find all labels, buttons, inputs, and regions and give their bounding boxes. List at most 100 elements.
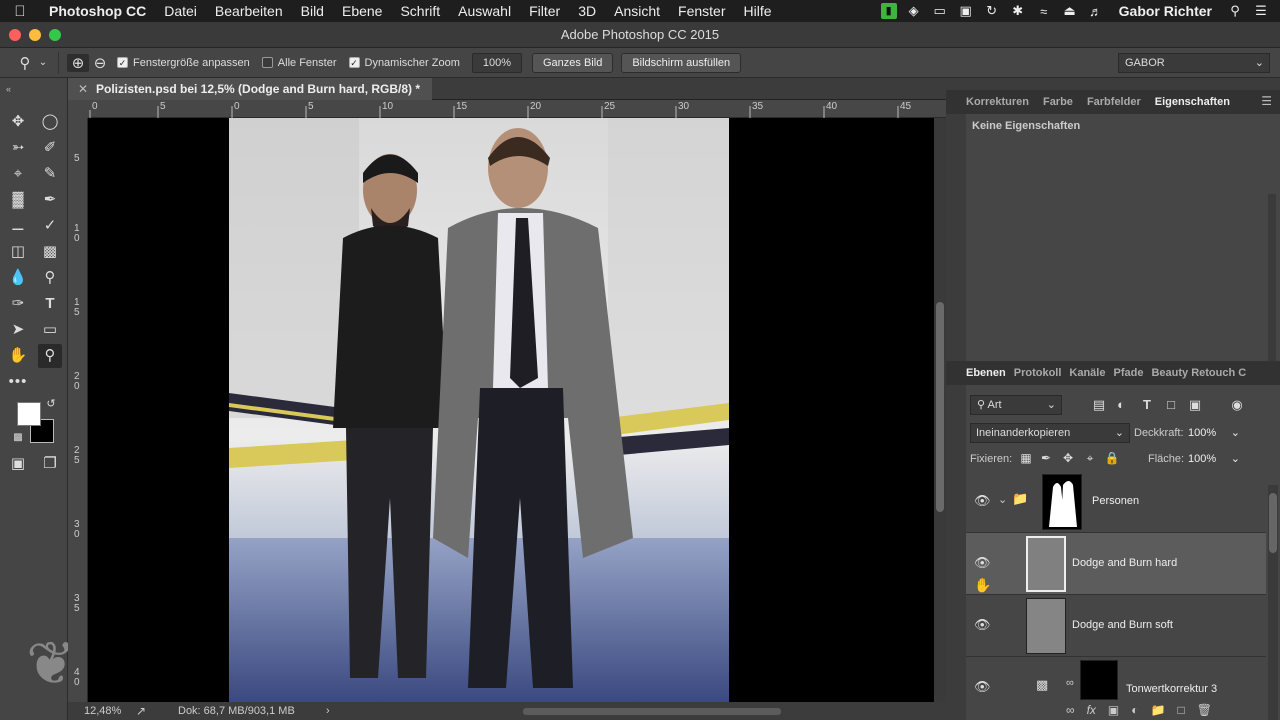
close-window-button[interactable] xyxy=(9,29,21,41)
history-brush-icon[interactable]: ✓ xyxy=(38,214,62,238)
eyedropper-icon[interactable]: ✎ xyxy=(38,162,62,186)
panel-collapse-icon[interactable]: « xyxy=(6,84,11,94)
time-machine-icon[interactable]: ↻ xyxy=(983,3,1001,19)
menu-hilfe[interactable]: Hilfe xyxy=(735,0,781,22)
more-tools-icon[interactable]: ••• xyxy=(6,370,30,394)
layer-filter-select[interactable]: ⚲ Art ⌄ xyxy=(970,395,1062,415)
gradient-tool-icon[interactable]: ▩ xyxy=(38,240,62,264)
status-zoom[interactable]: 12,48% xyxy=(84,702,121,720)
zoom-in-icon[interactable]: ⊕ xyxy=(67,53,89,72)
tab-farbe[interactable]: Farbe xyxy=(1043,96,1073,108)
filter-pixel-icon[interactable]: ▤ xyxy=(1090,397,1108,413)
blend-mode-select[interactable]: Ineinanderkopieren ⌄ xyxy=(970,423,1130,443)
resize-windows-checkbox[interactable]: ✓ Fenstergröße anpassen xyxy=(117,57,250,69)
layers-scrollbar[interactable] xyxy=(1268,485,1278,720)
zoom-out-icon[interactable]: ⊖ xyxy=(89,54,111,72)
layer-mask-thumbnail[interactable] xyxy=(1042,474,1082,530)
status-menu-chevron-icon[interactable]: › xyxy=(326,702,330,720)
foreground-color-swatch[interactable] xyxy=(17,402,41,426)
scrollbar-thumb[interactable] xyxy=(936,302,944,512)
close-icon[interactable]: ✕ xyxy=(78,78,88,100)
lasso-tool-icon[interactable]: ➳ xyxy=(6,136,30,160)
menu-app[interactable]: Photoshop CC xyxy=(40,0,155,22)
layer-name[interactable]: Dodge and Burn soft xyxy=(1072,619,1173,631)
elliptical-marquee-icon[interactable]: ◯ xyxy=(38,110,62,134)
lock-all-icon[interactable]: 🔒 xyxy=(1104,451,1120,465)
filter-shape-icon[interactable]: □ xyxy=(1162,397,1180,412)
healing-brush-icon[interactable]: ▓ xyxy=(6,188,30,212)
layer-name[interactable]: Dodge and Burn hard xyxy=(1072,557,1177,569)
fx-icon[interactable]: fx xyxy=(1087,703,1096,717)
menu-auswahl[interactable]: Auswahl xyxy=(449,0,520,22)
ruler-origin[interactable] xyxy=(68,100,88,118)
app-status-icon[interactable]: ▮ xyxy=(880,3,897,19)
horizontal-scrollbar-thumb[interactable] xyxy=(523,708,781,715)
fill-screen-button[interactable]: Bildschirm ausfüllen xyxy=(621,52,742,73)
layer-row-dodge-burn-hard[interactable]: 👁 Dodge and Burn hard ✋ xyxy=(966,533,1266,595)
bluetooth-icon[interactable]: ✱ xyxy=(1009,3,1027,19)
lock-pixels-icon[interactable]: ✒ xyxy=(1038,451,1054,465)
move-tool-icon[interactable]: ✥ xyxy=(6,110,30,134)
layer-name[interactable]: Tonwertkorrektur 3 xyxy=(1126,683,1217,695)
eraser-tool-icon[interactable]: ◫ xyxy=(6,240,30,264)
tab-pfade[interactable]: Pfade xyxy=(1113,367,1143,379)
notification-center-icon[interactable]: ☰ xyxy=(1252,3,1270,19)
new-adjustment-icon[interactable]: ◐ xyxy=(1131,703,1138,717)
workspace-select[interactable]: GABOR ⌄ xyxy=(1118,53,1270,73)
layer-thumbnail[interactable] xyxy=(1026,598,1066,654)
lock-transparency-icon[interactable]: ▦ xyxy=(1018,451,1034,465)
menu-filter[interactable]: Filter xyxy=(520,0,569,22)
trash-icon[interactable]: 🗑 xyxy=(1197,703,1212,717)
volume-icon[interactable]: ♬ xyxy=(1087,4,1105,19)
menu-ebene[interactable]: Ebene xyxy=(333,0,391,22)
all-windows-checkbox[interactable]: Alle Fenster xyxy=(261,57,337,69)
menu-ansicht[interactable]: Ansicht xyxy=(605,0,669,22)
quick-selection-icon[interactable]: ✐ xyxy=(38,136,62,160)
link-icon[interactable]: ∞ xyxy=(1066,677,1074,689)
clone-stamp-icon[interactable]: ⚊ xyxy=(6,214,30,238)
menu-fenster[interactable]: Fenster xyxy=(669,0,734,22)
visibility-eye-icon[interactable]: 👁 xyxy=(974,493,991,509)
preset-dropdown-icon[interactable]: ⌄ xyxy=(36,57,50,68)
visibility-eye-icon[interactable]: 👁 xyxy=(974,679,991,695)
tab-ebenen[interactable]: Ebenen xyxy=(966,367,1006,379)
new-group-icon[interactable]: 📁 xyxy=(1151,703,1166,717)
lock-artboard-icon[interactable]: ⌖ xyxy=(1082,451,1098,466)
eject-icon[interactable]: ⏏ xyxy=(1061,3,1079,19)
user-name[interactable]: Gabor Richter xyxy=(1113,3,1218,19)
tab-eigenschaften[interactable]: Eigenschaften xyxy=(1155,96,1230,108)
menu-bild[interactable]: Bild xyxy=(292,0,333,22)
screen-mode-icon[interactable]: ❐ xyxy=(38,452,62,476)
menu-datei[interactable]: Datei xyxy=(155,0,206,22)
wifi-icon[interactable]: ≈ xyxy=(1035,4,1053,19)
layer-thumbnail[interactable] xyxy=(1026,536,1066,592)
layer-name[interactable]: Personen xyxy=(1092,495,1139,507)
visibility-eye-icon[interactable]: 👁 xyxy=(974,617,991,633)
apple-icon[interactable]:  xyxy=(0,3,40,20)
menu-bearbeiten[interactable]: Bearbeiten xyxy=(206,0,292,22)
swap-colors-icon[interactable]: ↺ xyxy=(43,396,59,412)
export-icon[interactable]: ↗ xyxy=(136,702,146,720)
document-canvas[interactable] xyxy=(88,118,946,702)
minimize-window-button[interactable] xyxy=(29,29,41,41)
crop-tool-icon[interactable]: ⌖ xyxy=(6,162,30,186)
expand-chevron-icon[interactable]: ⌄ xyxy=(998,493,1007,506)
display-icon[interactable]: ▣ xyxy=(957,3,975,19)
visibility-eye-icon[interactable]: 👁 xyxy=(974,555,991,571)
fill-field[interactable]: 100% ⌄ xyxy=(1188,449,1242,469)
panel-menu-icon[interactable]: ☰ xyxy=(1261,94,1272,108)
scrollbar-thumb[interactable] xyxy=(1269,493,1277,553)
document-tab[interactable]: ✕ Polizisten.psd bei 12,5% (Dodge and Bu… xyxy=(68,78,433,100)
zoom-tool-preset-icon[interactable]: ⚲ xyxy=(14,54,36,72)
layer-mask-thumbnail[interactable] xyxy=(1080,660,1118,700)
pen-tool-icon[interactable]: ✑ xyxy=(6,292,30,316)
hand-tool-icon[interactable]: ✋ xyxy=(6,344,30,368)
layer-row-dodge-burn-soft[interactable]: 👁 Dodge and Burn soft xyxy=(966,595,1266,657)
type-tool-icon[interactable]: T xyxy=(38,292,62,316)
default-colors-icon[interactable]: ▩ xyxy=(10,430,26,446)
tab-kanaele[interactable]: Kanäle xyxy=(1069,367,1105,379)
quick-mask-icon[interactable]: ▣ xyxy=(6,452,30,476)
brush-tool-icon[interactable]: ✒ xyxy=(38,188,62,212)
filter-toggle-icon[interactable]: ◉ xyxy=(1228,397,1246,413)
menu-schrift[interactable]: Schrift xyxy=(391,0,449,22)
